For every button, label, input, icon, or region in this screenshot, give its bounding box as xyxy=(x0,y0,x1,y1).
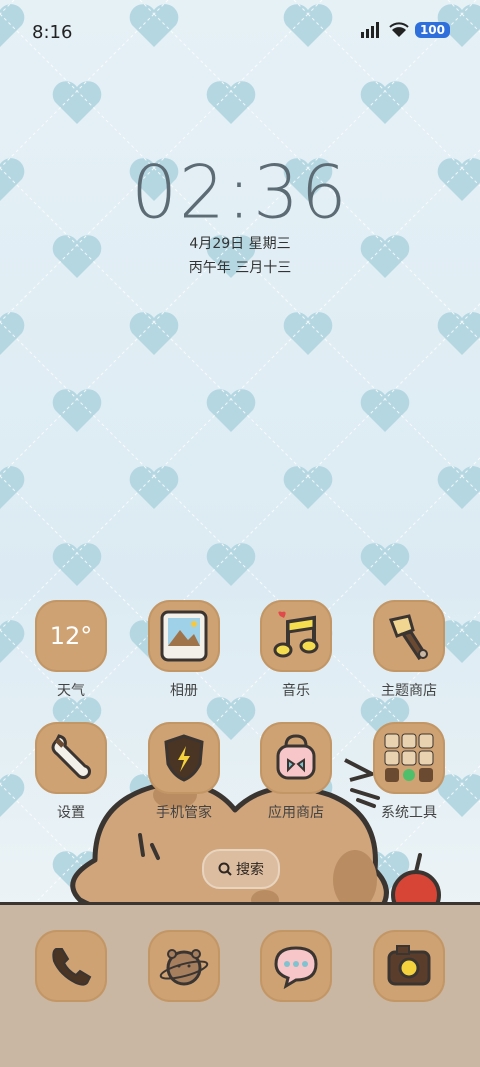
search-label: 搜索 xyxy=(236,862,264,878)
clock-time: 02:36 xyxy=(131,149,349,235)
app-settings[interactable]: 设置 xyxy=(31,722,111,822)
status-bar: 8:16 100 xyxy=(0,0,480,68)
phone-manager-shield-icon xyxy=(148,722,220,794)
clock-date-block: 4月29日 星期三 丙午年 三月十三 xyxy=(0,232,480,280)
app-label: 相册 xyxy=(170,683,198,699)
theme-store-icon xyxy=(373,600,445,672)
search-button[interactable]: 搜索 xyxy=(202,849,280,889)
app-label: 设置 xyxy=(57,805,85,821)
camera-icon xyxy=(373,930,445,1002)
app-store-bag-icon xyxy=(260,722,332,794)
dock-phone[interactable] xyxy=(31,930,111,1002)
signal-icon xyxy=(360,22,379,38)
wifi-icon xyxy=(389,22,409,37)
app-gallery[interactable]: 相册 xyxy=(144,600,224,700)
app-label: 系统工具 xyxy=(381,805,437,821)
app-music[interactable]: 音乐 xyxy=(256,600,336,700)
phone-icon xyxy=(35,930,107,1002)
app-phone-manager[interactable]: 手机管家 xyxy=(144,722,224,822)
search-icon xyxy=(218,862,232,876)
app-theme-store[interactable]: 主题商店 xyxy=(369,600,449,700)
clock-lunar-date: 丙午年 三月十三 xyxy=(188,260,292,276)
clock-date: 4月29日 星期三 xyxy=(189,236,291,252)
app-label: 手机管家 xyxy=(156,805,212,821)
status-time: 8:16 xyxy=(32,22,73,43)
app-label: 应用商店 xyxy=(268,805,324,821)
music-icon xyxy=(260,600,332,672)
weather-temperature: 12° xyxy=(49,622,93,650)
browser-planet-icon xyxy=(148,930,220,1002)
system-tools-folder-icon xyxy=(373,722,445,794)
dock-messages[interactable] xyxy=(256,930,336,1002)
settings-wrench-icon xyxy=(35,722,107,794)
weather-icon: 12° xyxy=(35,600,107,672)
messages-icon xyxy=(260,930,332,1002)
app-label: 音乐 xyxy=(282,683,310,699)
app-store[interactable]: 应用商店 xyxy=(256,722,336,822)
clock-widget[interactable]: 02:36 xyxy=(0,149,480,235)
app-label: 天气 xyxy=(57,683,85,699)
dock-browser[interactable] xyxy=(144,930,224,1002)
dock-camera[interactable] xyxy=(369,930,449,1002)
gallery-icon xyxy=(148,600,220,672)
app-weather[interactable]: 12° 天气 xyxy=(31,600,111,700)
status-icons: 100 xyxy=(360,22,450,38)
app-folder-system-tools[interactable]: 系统工具 xyxy=(369,722,449,822)
app-label: 主题商店 xyxy=(381,683,437,699)
battery-indicator: 100 xyxy=(414,22,450,38)
